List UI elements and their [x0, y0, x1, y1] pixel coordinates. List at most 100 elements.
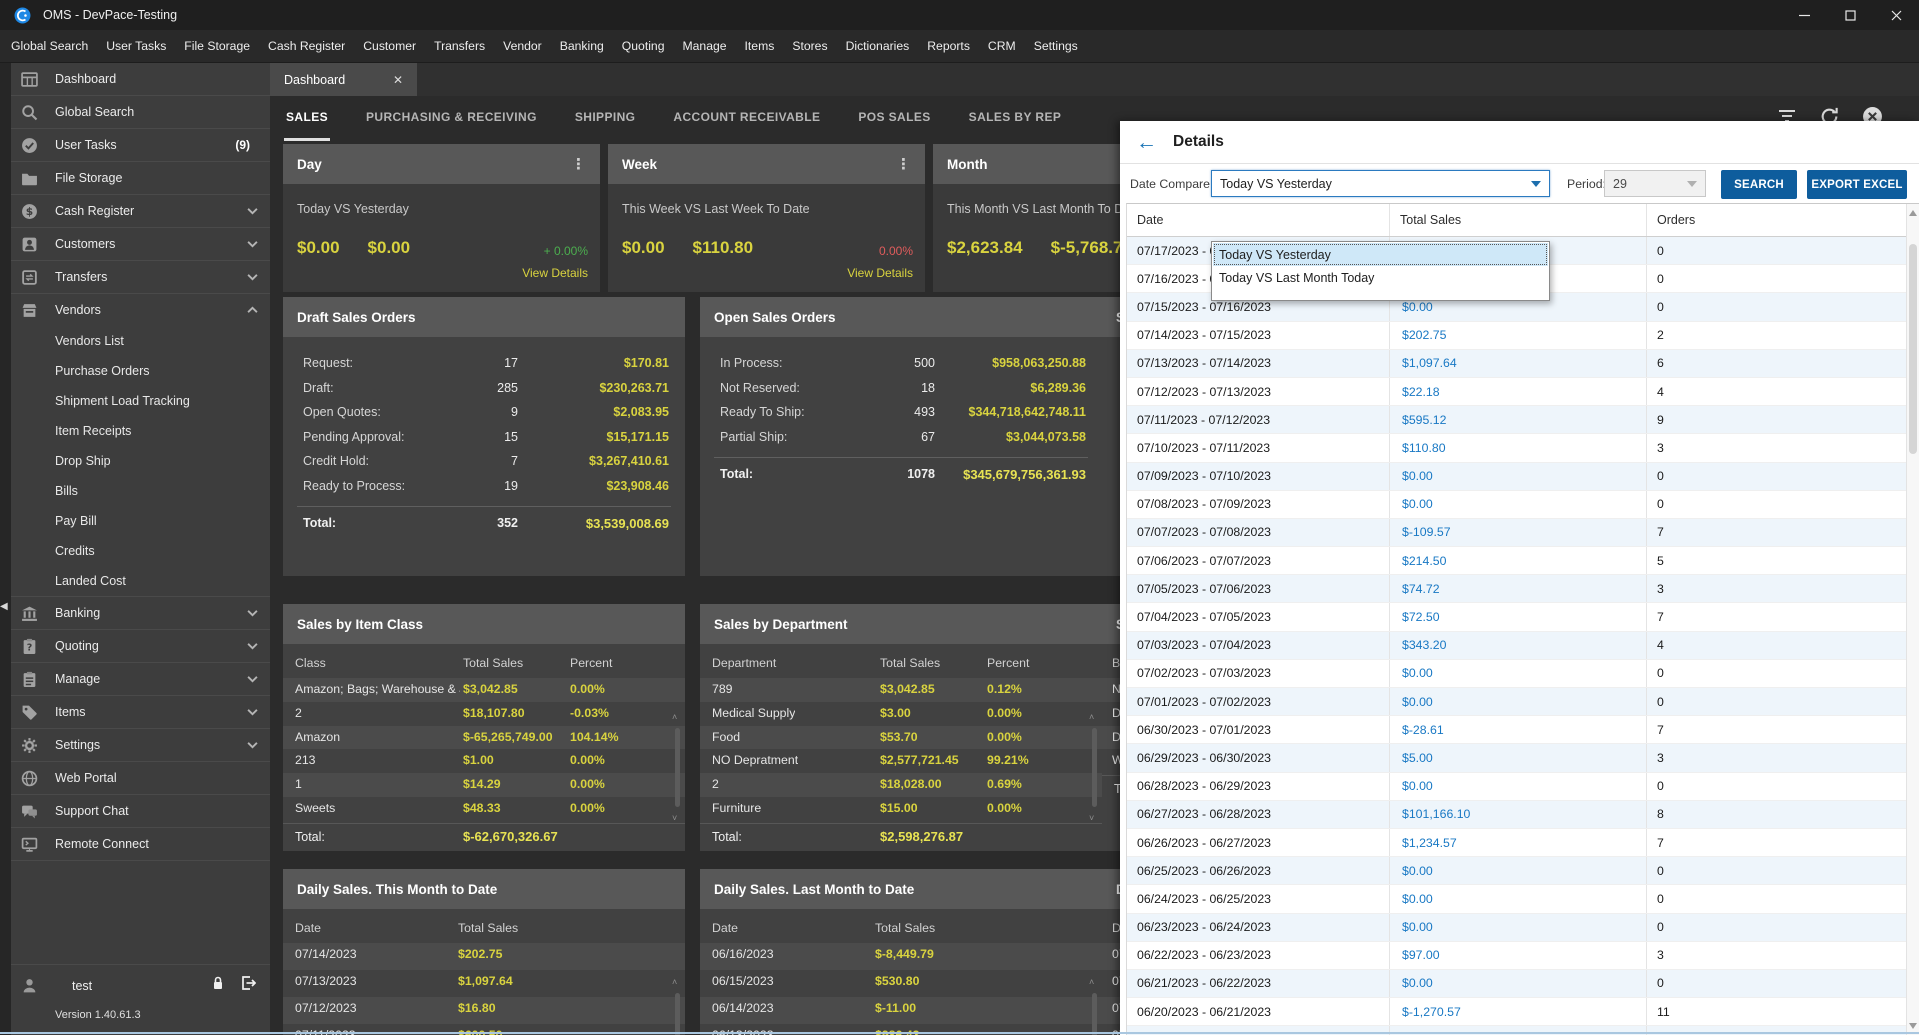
- tab-close-icon[interactable]: ✕: [393, 73, 403, 87]
- sidebar-item-items[interactable]: Items: [11, 695, 270, 728]
- menu-item-crm[interactable]: CRM: [979, 30, 1025, 62]
- sidebar-item-global-search[interactable]: Global Search: [11, 95, 270, 128]
- details-table-row[interactable]: 06/28/2023 - 06/29/2023 $0.00 0: [1127, 772, 1907, 801]
- sidebar-item-settings[interactable]: Settings: [11, 728, 270, 761]
- period-select[interactable]: 29: [1604, 170, 1706, 197]
- scrollbar-thumb[interactable]: [1092, 993, 1097, 1035]
- subtab-sales-by-rep[interactable]: SALES BY REP: [967, 96, 1064, 141]
- sidebar-subitem-purchase-orders[interactable]: Purchase Orders: [11, 356, 270, 386]
- menu-item-stores[interactable]: Stores: [783, 30, 836, 62]
- details-table-row[interactable]: 07/11/2023 - 07/12/2023 $595.12 9: [1127, 406, 1907, 435]
- details-table-row[interactable]: 07/09/2023 - 07/10/2023 $0.00 0: [1127, 462, 1907, 491]
- view-details-link[interactable]: View Details: [847, 266, 913, 280]
- details-table-row[interactable]: 07/13/2023 - 07/14/2023 $1,097.64 6: [1127, 349, 1907, 378]
- scroll-down-icon[interactable]: ˅: [672, 813, 677, 823]
- sidebar-subitem-drop-ship[interactable]: Drop Ship: [11, 446, 270, 476]
- scroll-up-icon[interactable]: ˄: [1089, 977, 1094, 987]
- date-compare-select[interactable]: Today VS Yesterday: [1211, 170, 1550, 197]
- dropdown-option-today-vs-last-month-today[interactable]: Today VS Last Month Today: [1213, 266, 1548, 289]
- details-table-row[interactable]: 06/22/2023 - 06/23/2023 $97.00 3: [1127, 941, 1907, 970]
- kebab-menu-icon[interactable]: ⋮: [896, 155, 911, 173]
- sidebar-item-customers[interactable]: Customers: [11, 227, 270, 260]
- menu-item-quoting[interactable]: Quoting: [613, 30, 674, 62]
- export-excel-button[interactable]: EXPORT EXCEL: [1807, 170, 1907, 199]
- sidebar-item-transfers[interactable]: Transfers: [11, 260, 270, 293]
- details-table-row[interactable]: 07/14/2023 - 07/15/2023 $202.75 2: [1127, 321, 1907, 350]
- sidebar-item-user-tasks[interactable]: User Tasks (9): [11, 128, 270, 161]
- sidebar-subitem-vendors-list[interactable]: Vendors List: [11, 326, 270, 356]
- scroll-up-icon[interactable]: ˄: [1089, 712, 1094, 722]
- panel-scrollbar[interactable]: ˄˅: [1089, 977, 1099, 1035]
- menu-item-vendor[interactable]: Vendor: [494, 30, 551, 62]
- scrollbar-thumb[interactable]: [675, 993, 680, 1035]
- details-table-row[interactable]: 06/21/2023 - 06/22/2023 $0.00 0: [1127, 969, 1907, 999]
- subtab-pos-sales[interactable]: POS SALES: [856, 96, 932, 141]
- sidebar-collapse-icon[interactable]: ◀: [0, 601, 8, 612]
- back-arrow-icon[interactable]: ←: [1136, 132, 1157, 153]
- details-table-row[interactable]: 07/08/2023 - 07/09/2023 $0.00 0: [1127, 490, 1907, 519]
- scroll-up-icon[interactable]: ˄: [672, 712, 677, 722]
- sidebar-item-file-storage[interactable]: File Storage: [11, 161, 270, 194]
- sidebar-item-cash-register[interactable]: $ Cash Register: [11, 194, 270, 227]
- scroll-up-icon[interactable]: ˄: [672, 977, 677, 987]
- details-table-row[interactable]: 06/30/2023 - 07/01/2023 $-28.61 7: [1127, 716, 1907, 745]
- details-table-row[interactable]: 07/02/2023 - 07/03/2023 $0.00 0: [1127, 659, 1907, 688]
- scrollbar-thumb[interactable]: [1092, 728, 1097, 807]
- sidebar-subitem-shipment-load-tracking[interactable]: Shipment Load Tracking: [11, 386, 270, 416]
- panel-scrollbar[interactable]: ˄˅: [672, 977, 682, 1035]
- menu-item-manage[interactable]: Manage: [673, 30, 735, 62]
- details-table-row[interactable]: 07/07/2023 - 07/08/2023 $-109.57 7: [1127, 518, 1907, 548]
- details-table-row[interactable]: 07/12/2023 - 07/13/2023 $22.18 4: [1127, 377, 1907, 407]
- panel-scrollbar[interactable]: ˄˅: [1089, 712, 1099, 823]
- details-table-row[interactable]: 06/27/2023 - 06/28/2023 $101,166.10 8: [1127, 800, 1907, 829]
- details-table-row[interactable]: 07/10/2023 - 07/11/2023 $110.80 3: [1127, 434, 1907, 463]
- menu-item-items[interactable]: Items: [736, 30, 784, 62]
- details-table-row[interactable]: 07/06/2023 - 07/07/2023 $214.50 5: [1127, 547, 1907, 576]
- scroll-down-icon[interactable]: [1909, 1023, 1917, 1029]
- sidebar-item-web-portal[interactable]: Web Portal: [11, 761, 270, 794]
- subtab-purchasing-receiving[interactable]: PURCHASING & RECEIVING: [364, 96, 539, 141]
- view-details-link[interactable]: View Details: [522, 266, 588, 280]
- sidebar-subitem-pay-bill[interactable]: Pay Bill: [11, 506, 270, 536]
- details-table-row[interactable]: 07/04/2023 - 07/05/2023 $72.50 7: [1127, 603, 1907, 632]
- panel-scrollbar[interactable]: ˄˅: [672, 712, 682, 823]
- scrollbar-thumb[interactable]: [675, 728, 680, 807]
- menu-item-settings[interactable]: Settings: [1025, 30, 1087, 62]
- details-table-row[interactable]: 06/24/2023 - 06/25/2023 $0.00 0: [1127, 885, 1907, 914]
- search-button[interactable]: SEARCH: [1721, 170, 1797, 199]
- lock-icon[interactable]: [210, 975, 226, 996]
- menu-item-cash-register[interactable]: Cash Register: [259, 30, 354, 62]
- maximize-icon[interactable]: [1827, 0, 1873, 30]
- sidebar-subitem-bills[interactable]: Bills: [11, 476, 270, 506]
- scroll-down-icon[interactable]: ˅: [1089, 813, 1094, 823]
- menu-item-file-storage[interactable]: File Storage: [175, 30, 259, 62]
- menu-item-banking[interactable]: Banking: [551, 30, 613, 62]
- sidebar-subitem-credits[interactable]: Credits: [11, 536, 270, 566]
- logout-icon[interactable]: [240, 975, 257, 996]
- sidebar-item-banking[interactable]: Banking: [11, 596, 270, 629]
- subtab-sales[interactable]: SALES: [284, 96, 331, 141]
- scroll-up-icon[interactable]: [1909, 210, 1917, 216]
- menu-item-reports[interactable]: Reports: [918, 30, 979, 62]
- scrollbar-thumb[interactable]: [1909, 244, 1917, 454]
- details-table-row[interactable]: 07/01/2023 - 07/02/2023 $0.00 0: [1127, 688, 1907, 717]
- details-table-row[interactable]: 06/23/2023 - 06/24/2023 $0.00 0: [1127, 913, 1907, 942]
- details-table-row[interactable]: 06/26/2023 - 06/27/2023 $1,234.57 7: [1127, 828, 1907, 858]
- sidebar-item-support-chat[interactable]: Support Chat: [11, 794, 270, 827]
- menu-item-dictionaries[interactable]: Dictionaries: [837, 30, 919, 62]
- tab-dashboard[interactable]: Dashboard ✕: [270, 63, 417, 96]
- details-table-row[interactable]: 07/05/2023 - 07/06/2023 $74.72 3: [1127, 575, 1907, 604]
- details-table-row[interactable]: 07/03/2023 - 07/04/2023 $343.20 4: [1127, 631, 1907, 660]
- sidebar-item-remote-connect[interactable]: Remote Connect: [11, 827, 270, 861]
- sidebar-item-dashboard[interactable]: Dashboard: [11, 63, 270, 95]
- subtab-account-receivable[interactable]: ACCOUNT RECEIVABLE: [671, 96, 822, 141]
- menu-item-user-tasks[interactable]: User Tasks: [97, 30, 175, 62]
- menu-item-global-search[interactable]: Global Search: [2, 30, 97, 62]
- sidebar-item-quoting[interactable]: ? Quoting: [11, 629, 270, 662]
- window-close-icon[interactable]: [1873, 0, 1919, 30]
- details-table-row[interactable]: 06/20/2023 - 06/21/2023 $-1,270.57 11: [1127, 998, 1907, 1027]
- kebab-menu-icon[interactable]: ⋮: [571, 155, 586, 173]
- menu-item-transfers[interactable]: Transfers: [425, 30, 494, 62]
- minimize-icon[interactable]: [1781, 0, 1827, 30]
- sidebar-subitem-item-receipts[interactable]: Item Receipts: [11, 416, 270, 446]
